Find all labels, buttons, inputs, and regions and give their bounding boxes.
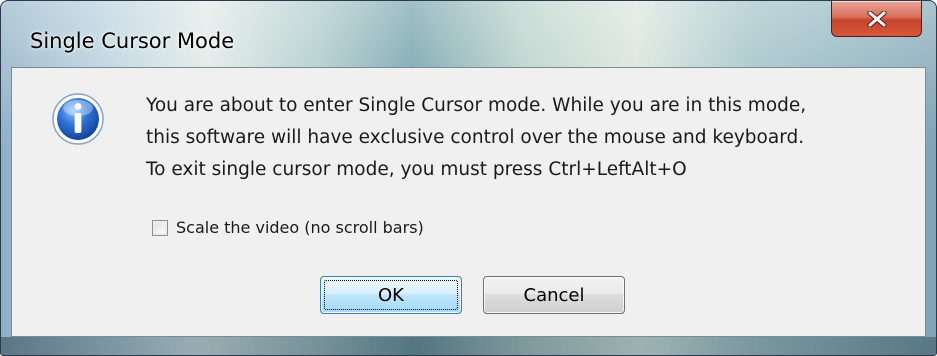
scale-video-option[interactable]: Scale the video (no scroll bars) xyxy=(152,218,424,237)
info-icon xyxy=(51,92,105,146)
message-line-2: this software will have exclusive contro… xyxy=(146,127,805,148)
cancel-button[interactable]: Cancel xyxy=(483,276,625,314)
ok-button-label: OK xyxy=(378,284,404,306)
ok-button[interactable]: OK xyxy=(320,276,462,314)
dialog-title: Single Cursor Mode xyxy=(30,29,235,53)
message-text: You are about to enter Single Cursor mod… xyxy=(146,90,916,186)
dialog-window: Single Cursor Mode You are about to ente… xyxy=(0,0,937,356)
title-bar[interactable]: Single Cursor Mode xyxy=(1,1,936,53)
scale-video-checkbox[interactable] xyxy=(152,219,168,236)
close-button[interactable] xyxy=(831,1,922,37)
message-line-3: To exit single cursor mode, you must pre… xyxy=(146,159,687,180)
dialog-body: You are about to enter Single Cursor mod… xyxy=(11,67,926,337)
scale-video-label[interactable]: Scale the video (no scroll bars) xyxy=(176,218,424,237)
cancel-button-label: Cancel xyxy=(523,284,585,306)
close-icon xyxy=(866,10,888,27)
message-line-1: You are about to enter Single Cursor mod… xyxy=(146,95,807,116)
